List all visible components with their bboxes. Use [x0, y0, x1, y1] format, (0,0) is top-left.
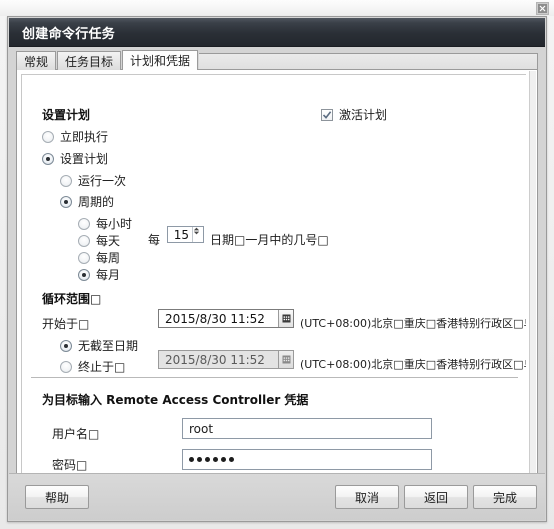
- content-panel-inner: 设置计划 激活计划 立即执行 设置计划 运行一次 周期的 每小时 每天 每周 每…: [21, 74, 526, 484]
- radio-end-on-date-circle: [60, 360, 72, 373]
- activate-schedule-checkbox[interactable]: 激活计划: [321, 106, 387, 123]
- radio-recurring[interactable]: 周期的: [60, 193, 114, 210]
- radio-hourly-label: 每小时: [96, 217, 133, 231]
- radio-monthly-label: 每月: [96, 268, 121, 282]
- activate-schedule-checkbox-box: [321, 108, 333, 121]
- radio-monthly-circle: [78, 268, 90, 281]
- radio-no-end-date-label: 无截至日期: [78, 339, 139, 353]
- radio-hourly-circle: [78, 217, 90, 230]
- password-label: 密码□: [52, 458, 88, 472]
- finish-button[interactable]: 完成: [473, 485, 537, 509]
- tab-task-target[interactable]: 任务目标: [57, 51, 122, 70]
- application-window: 创建命令行任务 常规 任务目标 计划和凭据 设置计划 激活计划 立即执行 设置计…: [0, 0, 554, 529]
- back-button[interactable]: 返回: [404, 485, 468, 509]
- calendar-icon: [282, 355, 291, 364]
- radio-run-once-label: 运行一次: [78, 174, 127, 188]
- radio-weekly-circle: [78, 251, 90, 264]
- start-date-timezone: (UTC+08:00)北京□重庆□香港特别行政区□乌鲁木齐: [300, 317, 526, 330]
- calendar-icon: [282, 314, 291, 323]
- radio-set-schedule-circle: [42, 152, 54, 165]
- end-date-timezone: (UTC+08:00)北京□重庆□香港特别行政区□乌鲁木齐: [300, 358, 526, 371]
- radio-no-end-date-circle: [60, 339, 72, 352]
- radio-run-once[interactable]: 运行一次: [60, 172, 126, 189]
- username-label: 用户名□: [52, 427, 100, 441]
- radio-daily[interactable]: 每天: [78, 232, 120, 249]
- credentials-section-title: 为目标输入 Remote Access Controller 凭据: [42, 393, 309, 407]
- tab-schedule-credentials[interactable]: 计划和凭据: [122, 50, 199, 70]
- radio-run-once-circle: [60, 174, 72, 187]
- day-of-month-value: 15: [173, 227, 189, 242]
- tab-schedule-credentials-label: 计划和凭据: [130, 54, 191, 68]
- radio-set-schedule[interactable]: 设置计划: [42, 150, 108, 167]
- end-date-field[interactable]: 2015/8/30 11:52: [158, 350, 294, 369]
- cancel-button[interactable]: 取消: [335, 485, 399, 509]
- radio-weekly-label: 每周: [96, 251, 121, 265]
- check-icon: [322, 110, 332, 120]
- recurrence-section-title: 循环范围□: [42, 292, 102, 306]
- day-of-month-prefix-label: 每: [148, 233, 161, 247]
- end-date-value: 2015/8/30 11:52: [165, 352, 265, 367]
- close-icon: [538, 4, 547, 13]
- radio-run-now[interactable]: 立即执行: [42, 128, 108, 145]
- tab-strip: 常规 任务目标 计划和凭据: [16, 50, 538, 70]
- radio-end-on-date-label: 终止于□: [78, 360, 126, 374]
- username-input[interactable]: root: [182, 418, 432, 439]
- activate-schedule-label: 激活计划: [339, 108, 388, 122]
- tab-strip-filler: [199, 53, 538, 70]
- password-masked-value: [189, 457, 234, 462]
- radio-run-now-label: 立即执行: [60, 130, 109, 144]
- day-of-month-suffix-label: 日期□一月中的几号□: [210, 233, 329, 247]
- radio-recurring-circle: [60, 195, 72, 208]
- start-date-label: 开始于□: [42, 317, 90, 331]
- radio-no-end-date[interactable]: 无截至日期: [60, 337, 138, 354]
- close-button[interactable]: [536, 2, 549, 15]
- help-button[interactable]: 帮助: [25, 485, 89, 509]
- radio-hourly[interactable]: 每小时: [78, 215, 132, 232]
- content-panel: 设置计划 激活计划 立即执行 设置计划 运行一次 周期的 每小时 每天 每周 每…: [16, 69, 538, 489]
- day-of-month-stepper-arrows[interactable]: [192, 227, 203, 242]
- radio-end-on-date[interactable]: 终止于□: [60, 358, 125, 375]
- dialog-title-bar: 创建命令行任务: [9, 18, 545, 47]
- create-cli-task-dialog: 创建命令行任务 常规 任务目标 计划和凭据 设置计划 激活计划 立即执行 设置计…: [7, 16, 547, 522]
- spinner-down-icon[interactable]: [193, 231, 203, 235]
- radio-daily-label: 每天: [96, 234, 121, 248]
- radio-set-schedule-label: 设置计划: [60, 152, 109, 166]
- radio-daily-circle: [78, 234, 90, 247]
- start-date-value: 2015/8/30 11:52: [165, 311, 265, 326]
- dialog-footer: 帮助 取消 返回 完成: [9, 473, 545, 520]
- password-input[interactable]: [182, 449, 432, 470]
- section-divider: [31, 377, 518, 378]
- day-of-month-stepper[interactable]: 15: [167, 226, 204, 243]
- tab-task-target-label: 任务目标: [65, 54, 114, 69]
- radio-recurring-label: 周期的: [78, 195, 115, 209]
- dialog-title: 创建命令行任务: [22, 26, 116, 42]
- radio-weekly[interactable]: 每周: [78, 249, 120, 266]
- window-top-bar: [0, 0, 554, 16]
- schedule-section-title: 设置计划: [42, 108, 91, 122]
- end-date-calendar-button[interactable]: [278, 351, 293, 368]
- start-date-field[interactable]: 2015/8/30 11:52: [158, 309, 294, 328]
- tab-general-label: 常规: [24, 54, 49, 69]
- tab-general[interactable]: 常规: [16, 51, 57, 70]
- content-scrollbar[interactable]: [529, 71, 536, 489]
- username-value: root: [189, 421, 214, 436]
- radio-run-now-circle: [42, 130, 54, 143]
- start-date-calendar-button[interactable]: [278, 310, 293, 327]
- radio-monthly[interactable]: 每月: [78, 266, 120, 283]
